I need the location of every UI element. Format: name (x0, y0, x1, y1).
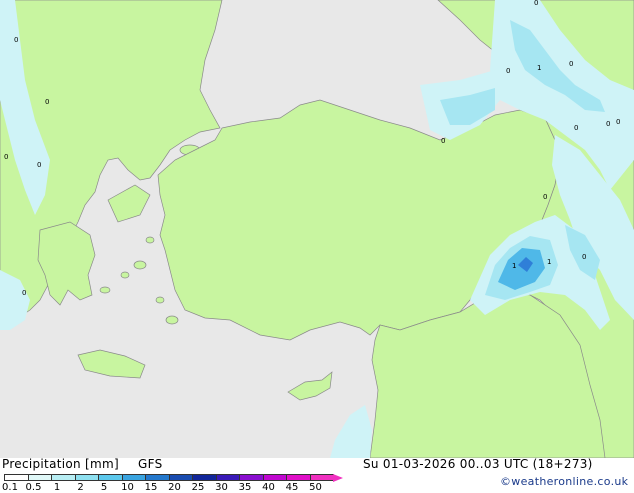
legend-swatch (121, 474, 146, 481)
legend-tick-label: 10 (121, 482, 134, 493)
isoline-label: 0 (45, 98, 49, 106)
legend-tick-label: 50 (309, 482, 322, 493)
isoline-label: 1 (512, 262, 516, 270)
legend-arrow (333, 474, 343, 482)
legend-tick-label: 15 (144, 482, 158, 493)
model-name: GFS (138, 457, 163, 471)
legend-tick-label: 45 (285, 482, 299, 493)
legend-tick-label: 40 (262, 482, 275, 493)
legend-swatch (262, 474, 287, 481)
isoline-label: 0 (606, 120, 610, 128)
legend-tick-label: 1 (53, 482, 61, 493)
land-island (120, 271, 130, 279)
legend-swatch (145, 474, 170, 481)
legend-tick-label: 2 (77, 482, 84, 493)
isoline-label: 1 (537, 64, 541, 72)
precipitation-map: 0 0 0 1 0 0 0 0 0 0 0 0 0 1 1 0 0 (0, 0, 634, 459)
isoline-label: 0 (37, 161, 41, 169)
isoline-label: 0 (616, 118, 620, 126)
map-title: Precipitation [mm] (2, 457, 119, 471)
isoline-label: 0 (22, 289, 26, 297)
valid-datetime: Su 01-03-2026 00..03 UTC (18+273) (363, 457, 593, 471)
legend-tick-label: 30 (215, 482, 228, 493)
isoline-label: 0 (4, 153, 8, 161)
legend-swatch (286, 474, 311, 481)
legend-swatch (51, 474, 76, 481)
land-island (99, 286, 111, 294)
legend-tick-label: 0.1 (2, 482, 18, 493)
isoline-label: 1 (547, 258, 551, 266)
legend-tick-label: 0.5 (25, 482, 42, 493)
legend-swatch (192, 474, 217, 481)
legend-tick-label: 35 (238, 482, 252, 493)
isoline-label: 0 (543, 193, 547, 201)
legend-tick-label: 5 (100, 482, 108, 493)
isoline-label: 0 (569, 60, 573, 68)
legend-swatch (309, 474, 334, 481)
legend-tick-label: 20 (168, 482, 181, 493)
credit-link[interactable]: ©weatheronline.co.uk (500, 475, 628, 488)
land-island (145, 236, 155, 244)
land-island (155, 296, 165, 304)
map-footer: Precipitation [mm] GFS Su 01-03-2026 00.… (0, 457, 634, 493)
legend-swatch (98, 474, 123, 481)
land-island (133, 260, 147, 270)
isoline-label: 0 (534, 0, 538, 7)
legend-swatch (4, 474, 29, 481)
isoline-label: 0 (574, 124, 578, 132)
isoline-label: 0 (441, 137, 445, 145)
isoline-label: 0 (14, 36, 18, 44)
legend-swatch (215, 474, 240, 481)
legend-swatch (239, 474, 264, 481)
legend-swatch (168, 474, 193, 481)
legend-swatch (74, 474, 99, 481)
legend-tick-label: 25 (191, 482, 205, 493)
land-island (165, 315, 179, 325)
legend-swatch (27, 474, 52, 481)
isoline-label: 0 (506, 67, 510, 75)
isoline-label: 0 (582, 253, 586, 261)
